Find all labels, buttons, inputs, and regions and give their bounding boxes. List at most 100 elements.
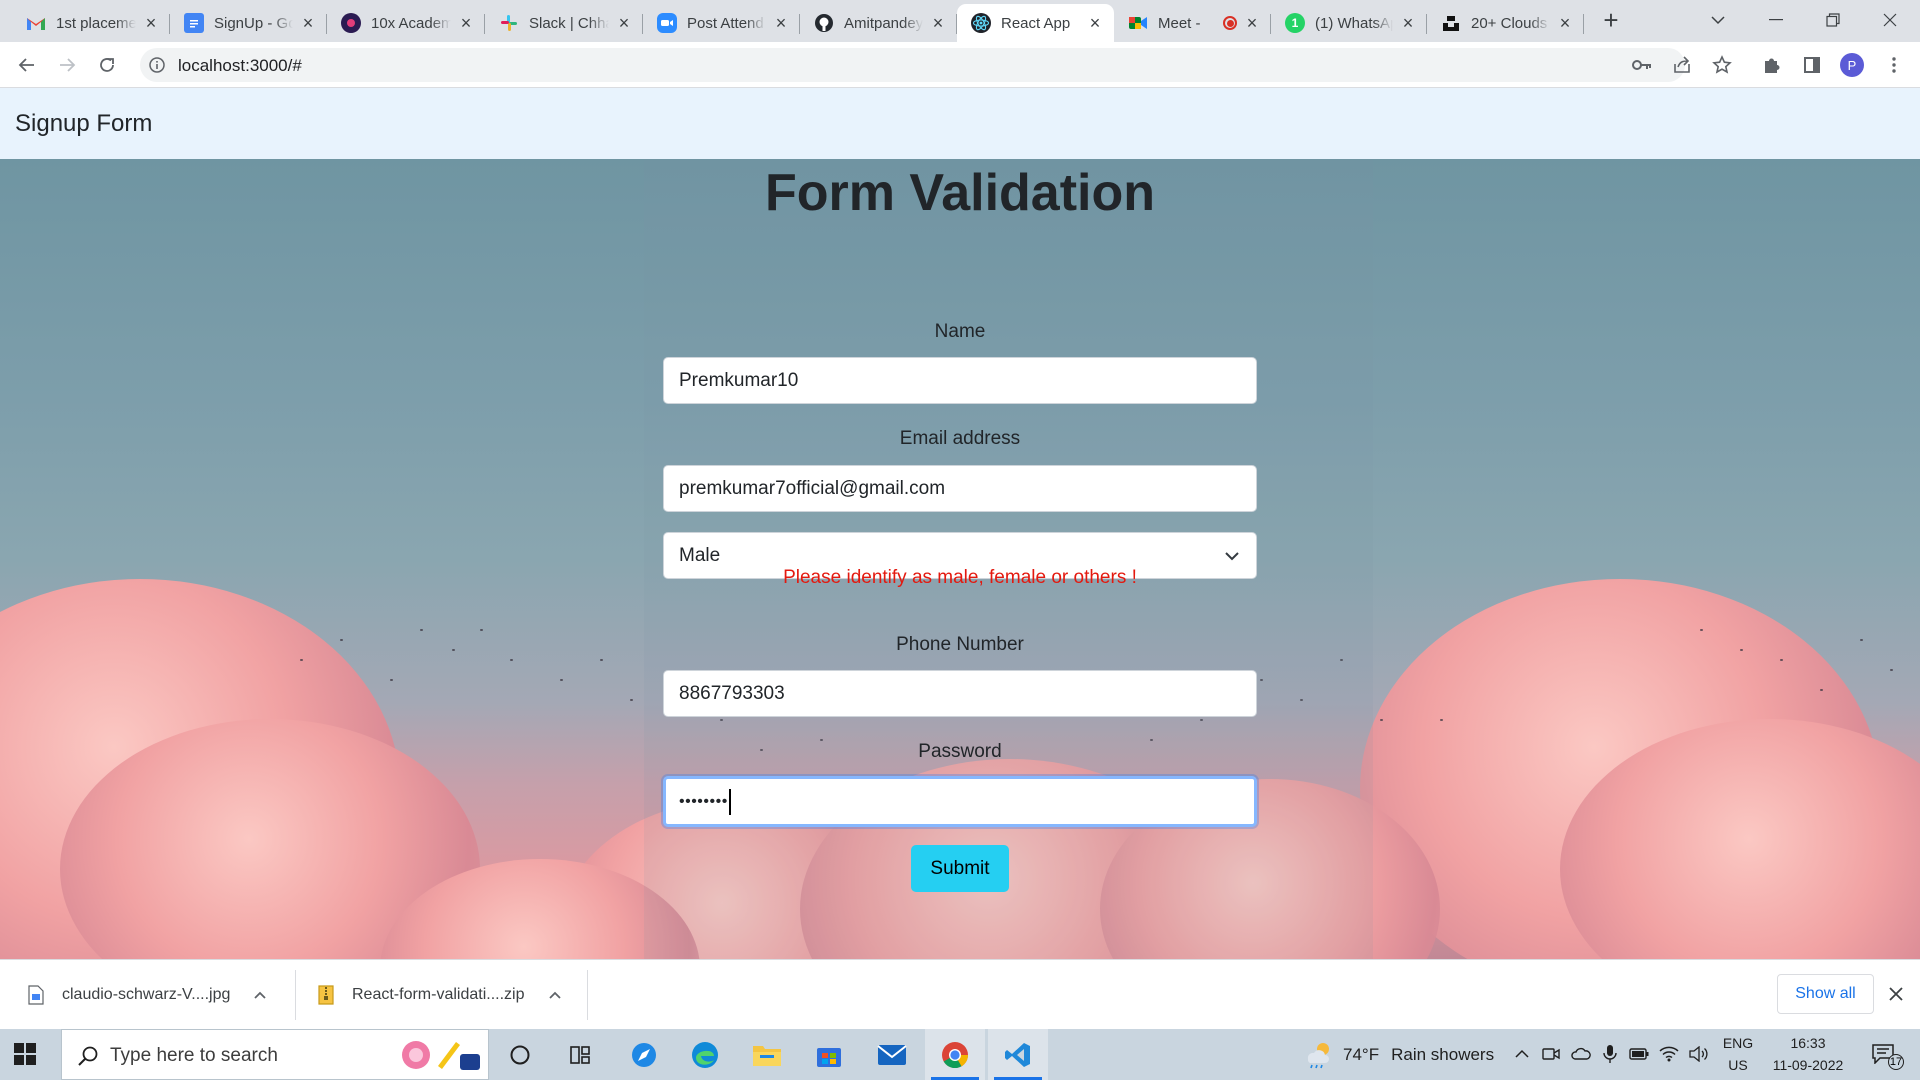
taskbar-app-safari[interactable] — [616, 1029, 672, 1080]
submit-button[interactable]: Submit — [911, 845, 1009, 892]
close-icon[interactable]: × — [1399, 14, 1417, 32]
tab-zoom[interactable]: Post Attend × — [643, 4, 800, 42]
name-input[interactable]: Premkumar10 — [663, 357, 1257, 404]
reload-button[interactable] — [93, 51, 121, 79]
taskbar-app-chrome[interactable] — [925, 1029, 985, 1080]
file-explorer-icon — [753, 1045, 781, 1066]
notification-center-button[interactable]: 17 — [1868, 1044, 1904, 1070]
close-icon[interactable]: × — [299, 14, 317, 32]
close-icon[interactable]: × — [1556, 14, 1574, 32]
google-docs-icon — [184, 13, 204, 33]
battery-icon[interactable] — [1629, 1044, 1649, 1064]
email-input-value: premkumar7official@gmail.com — [679, 477, 946, 499]
volume-icon[interactable] — [1689, 1044, 1709, 1064]
tab-title: (1) WhatsAp — [1315, 14, 1393, 32]
language-indicator[interactable]: ENG US — [1718, 1035, 1758, 1073]
password-key-icon[interactable] — [1630, 53, 1654, 77]
show-hidden-icons-button[interactable] — [1512, 1044, 1532, 1064]
minimize-button[interactable] — [1753, 4, 1799, 36]
chevron-up-icon[interactable] — [252, 987, 268, 1003]
github-icon — [814, 13, 834, 33]
mail-icon — [877, 1044, 907, 1065]
meet-now-icon[interactable] — [1541, 1044, 1561, 1064]
weather-temperature: 74°F — [1343, 1044, 1380, 1064]
url-text[interactable]: localhost:3000/# — [178, 56, 302, 76]
download-item-zip[interactable]: React-form-validati....zip — [318, 960, 563, 1030]
chevron-up-icon[interactable] — [547, 987, 563, 1003]
cortana-button[interactable] — [492, 1029, 548, 1080]
taskbar-app-microsoft-store[interactable] — [801, 1029, 857, 1080]
navbar: Signup Form — [0, 88, 1920, 159]
address-bar[interactable]: localhost:3000/# — [140, 48, 1685, 82]
close-window-button[interactable] — [1867, 4, 1913, 36]
windows-start-icon[interactable] — [14, 1043, 36, 1065]
10x-academy-icon — [341, 13, 361, 33]
gender-error-message: Please identify as male, female or other… — [783, 567, 1137, 588]
restore-button[interactable] — [1810, 4, 1856, 36]
reload-icon — [100, 58, 114, 72]
zip-file-icon — [318, 985, 334, 1005]
close-icon[interactable]: × — [929, 14, 947, 32]
navbar-brand[interactable]: Signup Form — [15, 110, 152, 138]
phone-input[interactable]: 8867793303 — [663, 670, 1257, 717]
taskbar-search-box[interactable]: Type here to search — [61, 1029, 489, 1080]
tab-slack[interactable]: Slack | Chha × — [485, 4, 643, 42]
close-icon[interactable]: × — [1086, 14, 1104, 32]
download-item-jpg[interactable]: claudio-schwarz-V....jpg — [28, 960, 268, 1030]
react-icon — [971, 13, 991, 33]
forward-button[interactable] — [53, 51, 81, 79]
tab-whatsapp[interactable]: 1 (1) WhatsAp × — [1271, 4, 1427, 42]
taskbar-app-file-explorer[interactable] — [739, 1029, 795, 1080]
info-icon[interactable] — [148, 56, 166, 74]
extensions-puzzle-icon[interactable] — [1760, 53, 1784, 77]
task-view-button[interactable] — [552, 1029, 608, 1080]
wifi-icon[interactable] — [1659, 1044, 1679, 1064]
password-input[interactable]: •••••••• — [663, 776, 1257, 827]
phone-input-value: 8867793303 — [679, 682, 785, 704]
taskbar-app-mail[interactable] — [864, 1029, 920, 1080]
download-filename: React-form-validati....zip — [352, 986, 525, 1003]
recording-dot-icon — [1223, 16, 1237, 30]
tab-title: Meet - — [1158, 14, 1201, 32]
profile-avatar[interactable]: P — [1840, 53, 1864, 77]
close-icon[interactable]: × — [142, 14, 160, 32]
taskbar-app-edge[interactable] — [677, 1029, 733, 1080]
share-icon[interactable] — [1670, 53, 1694, 77]
close-icon[interactable] — [1886, 984, 1906, 1004]
close-icon[interactable]: × — [457, 14, 475, 32]
close-icon[interactable]: × — [615, 14, 633, 32]
system-clock[interactable]: 16:33 11-09-2022 — [1762, 1035, 1854, 1073]
search-highlight-image — [394, 1036, 484, 1074]
rain-showers-icon — [1307, 1042, 1329, 1068]
side-panel-icon[interactable] — [1800, 53, 1824, 77]
tab-search-button[interactable] — [1695, 4, 1741, 36]
clock-date: 11-09-2022 — [1772, 1057, 1844, 1073]
tab-react-app[interactable]: React App × — [957, 4, 1114, 42]
tab-10x-academy[interactable]: 10x Academ × — [327, 4, 485, 42]
bookmark-star-icon[interactable] — [1710, 53, 1734, 77]
taskbar-app-vscode[interactable] — [988, 1029, 1048, 1080]
new-tab-button[interactable]: + — [1598, 7, 1624, 34]
tab-google-docs[interactable]: SignUp - Go × — [170, 4, 327, 42]
browser-toolbar: localhost:3000/# P — [0, 42, 1920, 88]
password-label: Password — [918, 741, 1002, 762]
close-icon[interactable]: × — [772, 14, 790, 32]
unsplash-icon — [1441, 13, 1461, 33]
browser-tab-strip: 1st placeme × SignUp - Go × 10x Academ ×… — [0, 0, 1920, 42]
tab-google-meet[interactable]: Meet - × — [1114, 4, 1271, 42]
phone-label: Phone Number — [896, 634, 1024, 655]
back-button[interactable] — [13, 51, 41, 79]
tab-gmail[interactable]: 1st placeme × — [12, 4, 170, 42]
microphone-icon[interactable] — [1600, 1044, 1620, 1064]
onedrive-icon[interactable] — [1571, 1044, 1591, 1064]
weather-widget[interactable]: 74°F Rain showers — [1303, 1029, 1494, 1080]
tab-title: 1st placeme — [56, 14, 136, 32]
close-icon[interactable]: × — [1243, 14, 1261, 32]
show-all-downloads-button[interactable]: Show all — [1777, 974, 1874, 1014]
vscode-icon — [1005, 1042, 1030, 1067]
tab-unsplash[interactable]: 20+ Clouds × — [1427, 4, 1584, 42]
tab-github[interactable]: Amitpandey × — [800, 4, 957, 42]
email-input[interactable]: premkumar7official@gmail.com — [663, 465, 1257, 512]
tab-title: Amitpandey — [844, 14, 923, 32]
kebab-menu-icon[interactable] — [1882, 53, 1906, 77]
